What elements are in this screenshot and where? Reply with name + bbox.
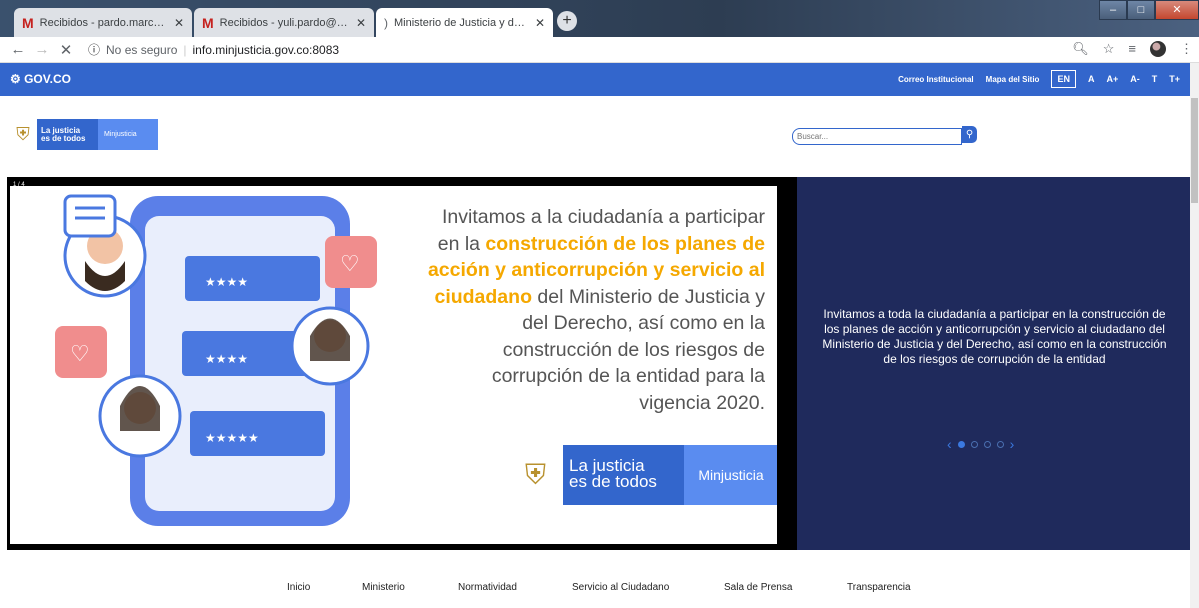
mapa-link[interactable]: Mapa del Sitio — [986, 75, 1040, 84]
prev-arrow-icon[interactable]: ‹ — [947, 436, 952, 452]
url-text[interactable]: info.minjusticia.gov.co:8083 — [193, 43, 340, 57]
slide-logo-brand: Minjusticia — [684, 445, 777, 505]
browser-tab[interactable]: M Recibidos - pardo.marcela@gmail.com ✕ — [14, 8, 192, 37]
caption-panel: Invitamos a toda la ciudadanía a partici… — [797, 177, 1190, 550]
carousel-dot[interactable] — [983, 440, 991, 448]
new-tab-button[interactable]: + — [557, 11, 577, 31]
address-bar[interactable]: ⓘ No es seguro | info.minjusticia.gov.co… — [88, 41, 339, 58]
nav-inicio[interactable]: Inicio — [287, 582, 310, 593]
menu-icon[interactable]: ⋮ — [1180, 41, 1193, 57]
correo-link[interactable]: Correo Institucional — [898, 75, 974, 84]
scrollbar[interactable] — [1190, 63, 1199, 608]
slide-caption: Invitamos a toda la ciudadanía a partici… — [822, 307, 1167, 366]
reading-list-icon[interactable]: ≡ — [1128, 41, 1136, 57]
nav-transparencia[interactable]: Transparencia — [847, 582, 911, 593]
carousel: 1 / 4 ★★★★ ★★★★ ★★★★★ ♡ ♡ Invitamos a la… — [7, 177, 1190, 550]
svg-text:★★★★★: ★★★★★ — [205, 431, 259, 445]
tab-title: Recibidos - yuli.pardo@minjusticia.gov.c… — [219, 16, 350, 29]
gmail-icon: M — [202, 14, 214, 31]
back-icon[interactable]: ← — [6, 41, 30, 58]
nav-servicio-ciudadano[interactable]: Servicio al Ciudadano — [572, 582, 669, 593]
coat-of-arms-icon: ⛨ — [508, 445, 563, 505]
forward-icon[interactable]: → — [30, 41, 54, 58]
slide-logo: ⛨ La justicia es de todos Minjusticia — [508, 445, 777, 505]
text-t[interactable]: T — [1152, 74, 1158, 84]
coat-of-arms-icon: ⛨ — [9, 119, 37, 150]
browser-tab-active[interactable]: ) Ministerio de Justicia y del Derecho ✕ — [376, 8, 553, 37]
minimize-button[interactable]: – — [1099, 0, 1127, 20]
nav-normatividad[interactable]: Normatividad — [458, 582, 517, 593]
svg-text:★★★★: ★★★★ — [205, 275, 248, 289]
nav-ministerio[interactable]: Ministerio — [362, 582, 405, 593]
close-window-button[interactable]: ✕ — [1155, 0, 1199, 20]
font-size-decrease[interactable]: A- — [1130, 74, 1140, 84]
star-icon[interactable]: ☆ — [1103, 41, 1115, 57]
font-size-increase[interactable]: A+ — [1106, 74, 1118, 84]
gov-bar: ⚙ GOV.CO Correo Institucional Mapa del S… — [0, 63, 1190, 96]
carousel-dot[interactable] — [957, 440, 965, 448]
tab-title: Ministerio de Justicia y del Derecho — [394, 16, 529, 29]
browser-toolbar: ← → ✕ ⓘ No es seguro | info.minjusticia.… — [0, 37, 1199, 63]
search-icon[interactable]: ⚲ — [962, 126, 977, 143]
info-icon[interactable]: ⓘ — [88, 41, 100, 58]
carousel-dot[interactable] — [996, 440, 1004, 448]
close-icon[interactable]: ✕ — [535, 16, 545, 30]
loading-icon: ) — [384, 15, 388, 30]
next-arrow-icon[interactable]: › — [1010, 436, 1015, 452]
avatar[interactable] — [1150, 41, 1166, 57]
gmail-icon: M — [22, 14, 34, 31]
slide-logo-text: La justicia es de todos — [563, 445, 684, 505]
svg-text:♡: ♡ — [70, 342, 90, 367]
zoom-icon[interactable]: 🔍︎ — [1072, 41, 1089, 57]
logo-text: La justicia es de todos — [37, 119, 98, 150]
svg-text:♡: ♡ — [340, 252, 360, 277]
language-button[interactable]: EN — [1051, 70, 1076, 88]
close-icon[interactable]: ✕ — [174, 16, 184, 30]
search-box: ⚲ — [792, 126, 977, 145]
tab-title: Recibidos - pardo.marcela@gmail.com — [39, 16, 168, 29]
window-controls: – □ ✕ — [1099, 0, 1199, 20]
gov-links: Correo Institucional Mapa del Sitio EN A… — [898, 70, 1180, 88]
slide-headline: Invitamos a la ciudadanía a participar e… — [427, 206, 765, 414]
slide-image[interactable]: ★★★★ ★★★★ ★★★★★ ♡ ♡ Invitamos a la ciuda… — [10, 186, 777, 544]
text-t-plus[interactable]: T+ — [1169, 74, 1180, 84]
carousel-dot[interactable] — [970, 440, 978, 448]
search-input[interactable] — [792, 128, 962, 145]
main-nav: Inicio Ministerio Normatividad Servicio … — [0, 582, 1190, 598]
close-icon[interactable]: ✕ — [356, 16, 366, 30]
browser-tabbar: M Recibidos - pardo.marcela@gmail.com ✕ … — [0, 0, 1199, 37]
carousel-controls: ‹ › — [947, 436, 1014, 452]
svg-text:★★★★: ★★★★ — [205, 352, 248, 366]
scrollbar-thumb[interactable] — [1191, 98, 1198, 203]
nav-sala-prensa[interactable]: Sala de Prensa — [724, 582, 792, 593]
toolbar-actions: 🔍︎ ☆ ≡ ⋮ — [1072, 41, 1193, 57]
maximize-button[interactable]: □ — [1127, 0, 1155, 20]
security-label: No es seguro — [106, 42, 178, 57]
font-size-a[interactable]: A — [1088, 74, 1095, 84]
stop-icon[interactable]: ✕ — [54, 41, 78, 59]
logo-brand: Minjusticia — [98, 119, 158, 150]
govco-logo[interactable]: ⚙ GOV.CO — [10, 72, 71, 86]
browser-tab[interactable]: M Recibidos - yuli.pardo@minjusticia.gov… — [194, 8, 374, 37]
minjusticia-logo[interactable]: ⛨ La justicia es de todos Minjusticia — [9, 119, 158, 150]
